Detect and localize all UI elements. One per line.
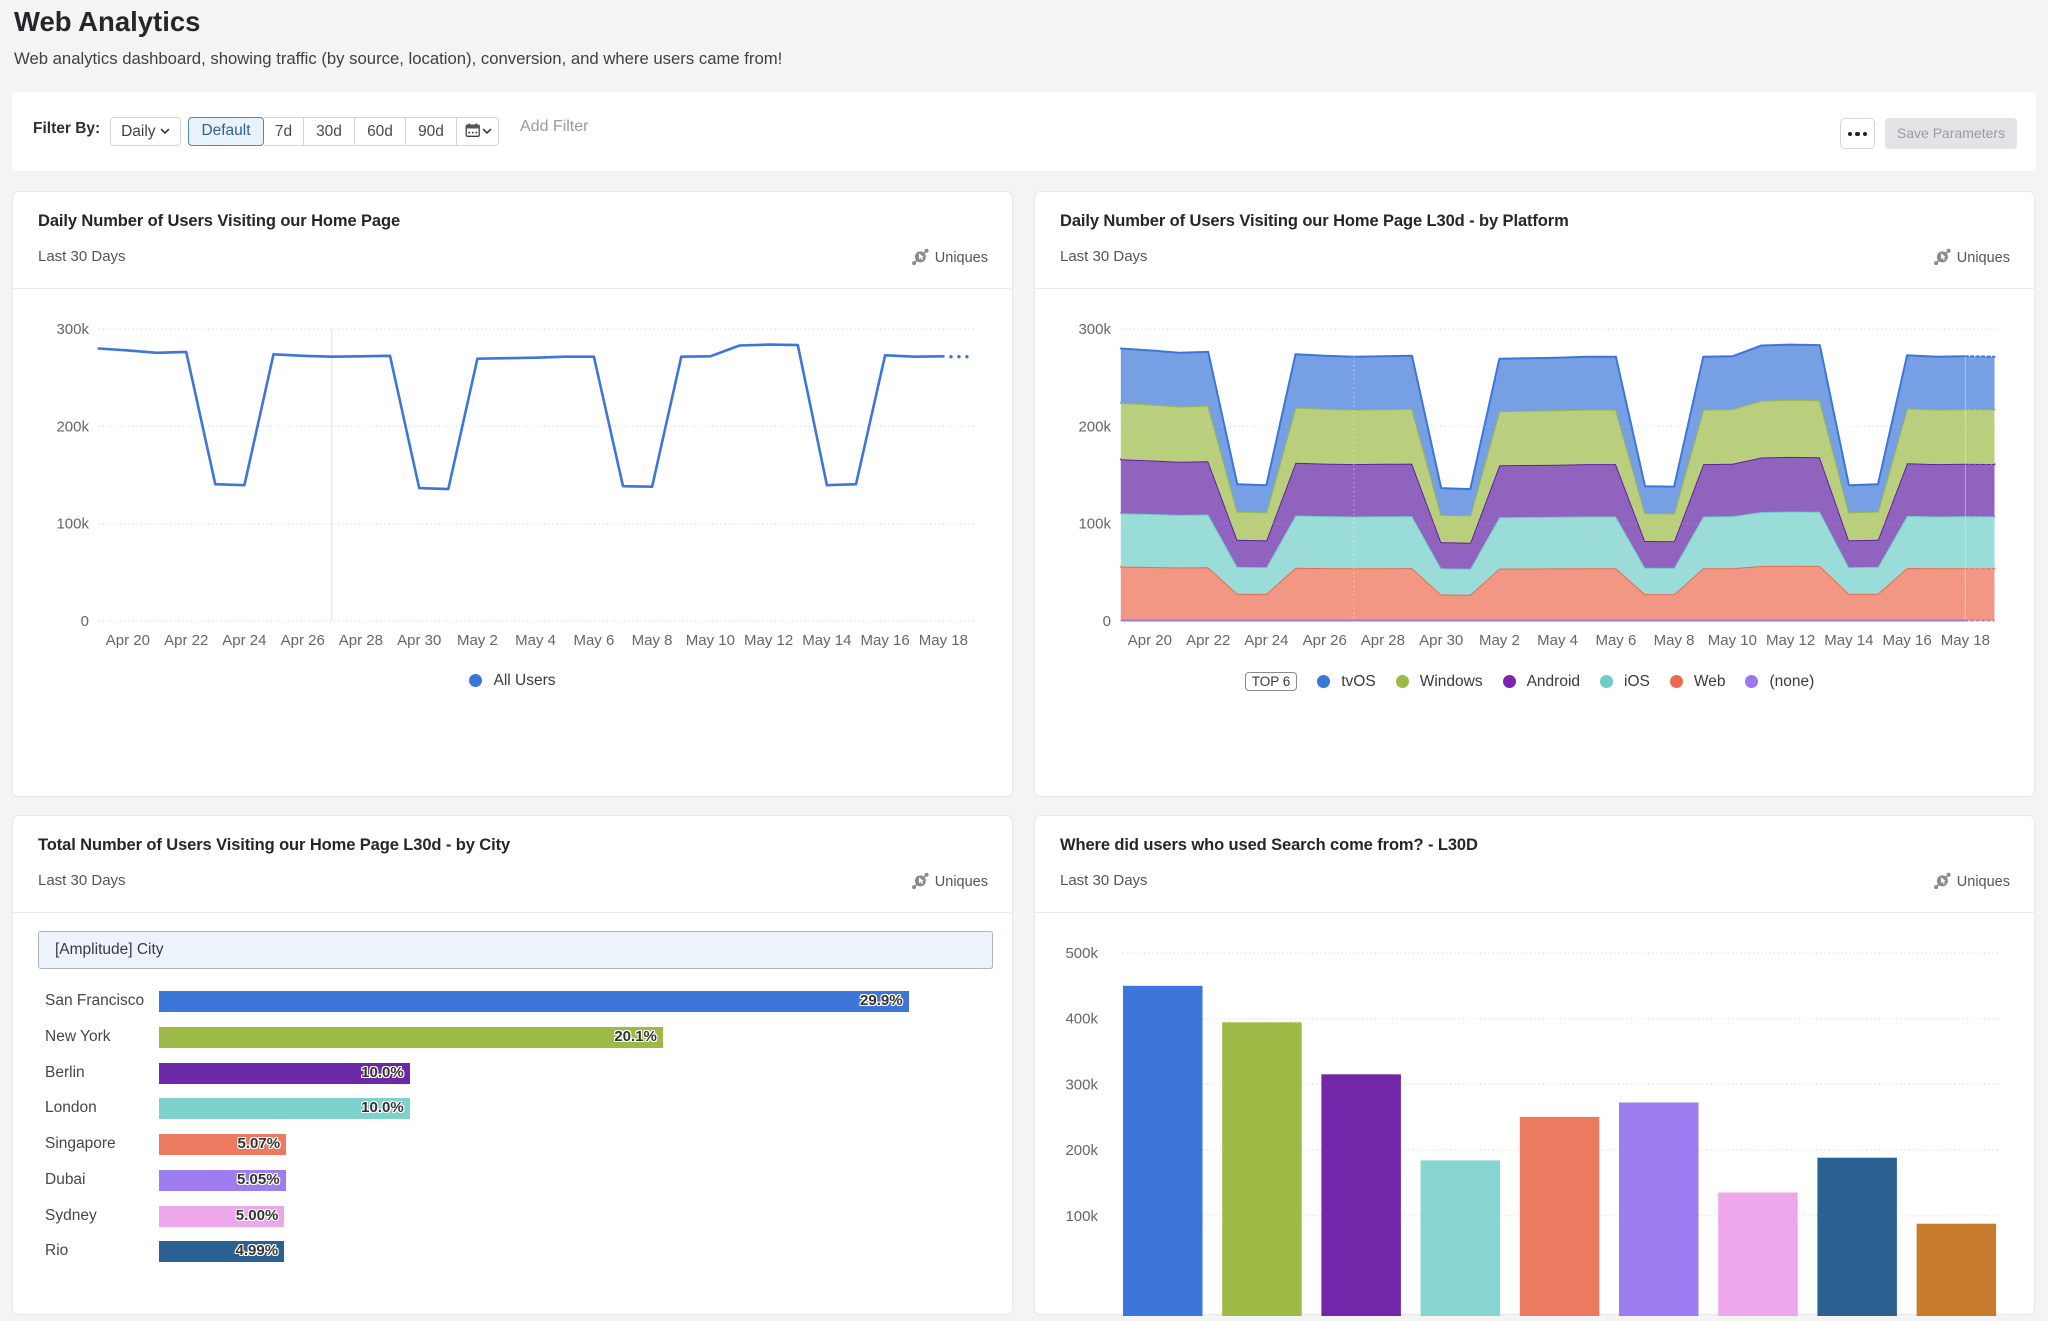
- svg-text:May 10: May 10: [686, 632, 735, 649]
- svg-text:Apr 30: Apr 30: [1419, 632, 1463, 649]
- svg-text:Apr 26: Apr 26: [281, 632, 325, 649]
- svg-text:May 14: May 14: [802, 632, 851, 649]
- svg-text:Apr 20: Apr 20: [1128, 632, 1172, 649]
- svg-text:May 6: May 6: [1595, 632, 1636, 649]
- svg-text:May 2: May 2: [1479, 632, 1520, 649]
- svg-text:Apr 24: Apr 24: [1244, 632, 1288, 649]
- svg-text:May 18: May 18: [919, 632, 968, 649]
- svg-text:May 4: May 4: [515, 632, 556, 649]
- svg-text:100k: 100k: [56, 516, 89, 533]
- svg-text:400k: 400k: [1065, 1011, 1098, 1028]
- svg-text:May 8: May 8: [632, 632, 673, 649]
- svg-text:200k: 200k: [1065, 1142, 1098, 1159]
- svg-text:100k: 100k: [1065, 1208, 1098, 1225]
- svg-text:Apr 24: Apr 24: [222, 632, 266, 649]
- svg-text:May 4: May 4: [1537, 632, 1578, 649]
- svg-text:300k: 300k: [1065, 1076, 1098, 1093]
- svg-text:May 6: May 6: [573, 632, 614, 649]
- svg-text:Apr 28: Apr 28: [339, 632, 383, 649]
- svg-text:500k: 500k: [1065, 945, 1098, 962]
- svg-text:200k: 200k: [1078, 418, 1111, 435]
- svg-text:May 8: May 8: [1654, 632, 1695, 649]
- svg-text:May 10: May 10: [1708, 632, 1757, 649]
- svg-text:200k: 200k: [56, 418, 89, 435]
- svg-text:300k: 300k: [1078, 321, 1111, 338]
- svg-text:100k: 100k: [1078, 516, 1111, 533]
- svg-text:0: 0: [81, 613, 89, 630]
- svg-text:Apr 28: Apr 28: [1361, 632, 1405, 649]
- svg-text:May 16: May 16: [1882, 632, 1931, 649]
- svg-text:Apr 30: Apr 30: [397, 632, 441, 649]
- svg-text:May 14: May 14: [1824, 632, 1873, 649]
- svg-text:Apr 26: Apr 26: [1303, 632, 1347, 649]
- svg-text:Apr 22: Apr 22: [1186, 632, 1230, 649]
- svg-text:Apr 22: Apr 22: [164, 632, 208, 649]
- svg-text:300k: 300k: [56, 321, 89, 338]
- svg-text:Apr 20: Apr 20: [106, 632, 150, 649]
- svg-text:May 12: May 12: [744, 632, 793, 649]
- svg-text:May 12: May 12: [1766, 632, 1815, 649]
- svg-text:0: 0: [1103, 613, 1111, 630]
- svg-text:May 2: May 2: [457, 632, 498, 649]
- svg-text:May 18: May 18: [1941, 632, 1990, 649]
- svg-text:May 16: May 16: [860, 632, 909, 649]
